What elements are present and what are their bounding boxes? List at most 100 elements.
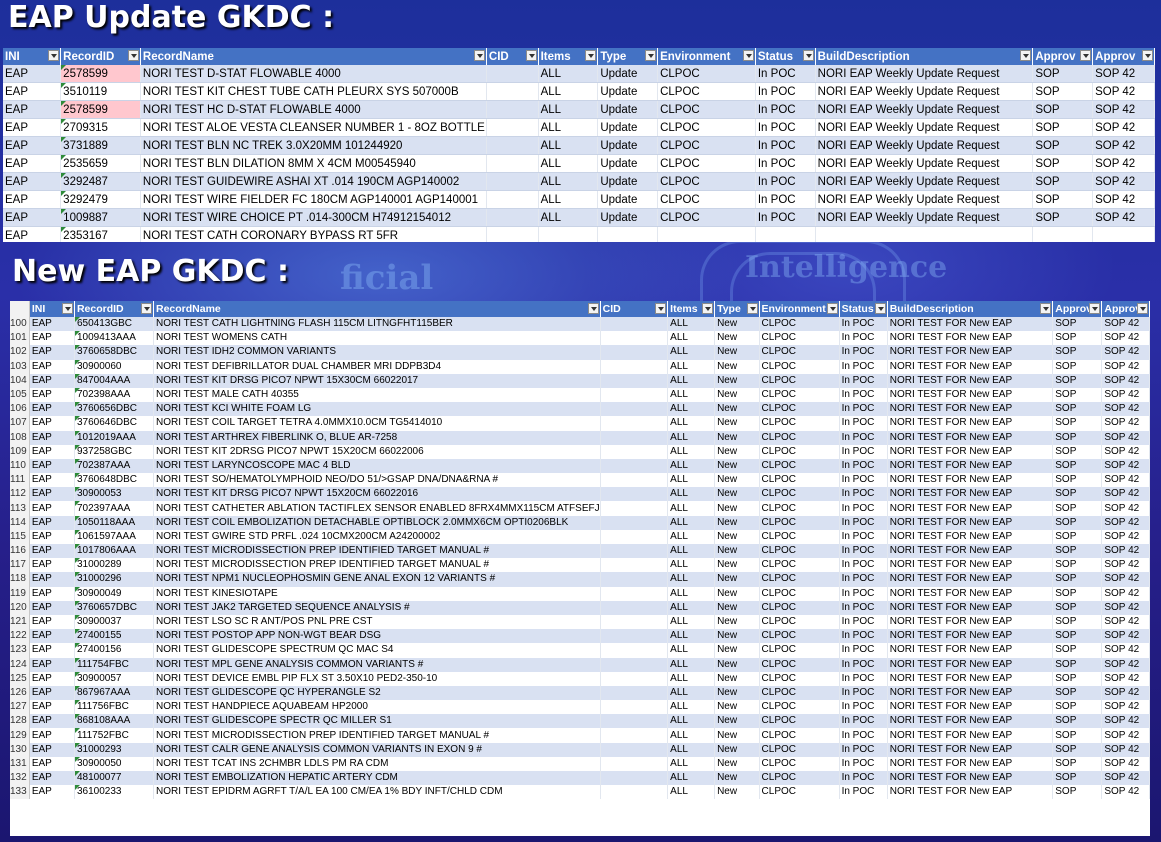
cell-builddescription[interactable]: NORI TEST FOR New EAP [887, 487, 1054, 502]
filter-dropdown-icon[interactable] [746, 303, 758, 314]
cell-ini[interactable]: EAP [29, 600, 75, 615]
cell-builddescription[interactable]: NORI TEST FOR New EAP [887, 643, 1054, 658]
cell-approv-2[interactable]: SOP 42 [1101, 756, 1150, 771]
cell-ini[interactable]: EAP [29, 700, 75, 715]
cell-environment[interactable]: CLPOC [657, 172, 756, 191]
cell-approv-2[interactable]: SOP 42 [1101, 359, 1150, 374]
cell-approv-2[interactable]: SOP 42 [1101, 671, 1150, 686]
cell-cid[interactable] [600, 785, 669, 800]
cell-builddescription[interactable]: NORI TEST FOR New EAP [887, 430, 1054, 445]
cell-recordname[interactable]: NORI TEST IDH2 COMMON VARIANTS [153, 345, 601, 360]
cell-approv[interactable]: SOP [1032, 65, 1094, 83]
cell-approv-2[interactable]: SOP 42 [1101, 629, 1150, 644]
cell-status[interactable]: In POC [839, 785, 888, 800]
cell-approv[interactable]: SOP [1052, 643, 1103, 658]
cell-recordname[interactable]: NORI TEST HANDPIECE AQUABEAM HP2000 [153, 700, 601, 715]
cell-type[interactable]: Update [597, 100, 659, 119]
cell-type[interactable]: New [714, 345, 760, 360]
cell-recordname[interactable]: NORI TEST KIT DRSG PICO7 NPWT 15X20CM 66… [153, 487, 601, 502]
cell-approv[interactable]: SOP [1032, 154, 1094, 173]
filter-dropdown-icon[interactable] [874, 303, 886, 314]
cell-recordname[interactable]: NORI TEST BLN NC TREK 3.0X20MM 101244920 [140, 136, 487, 155]
cell-status[interactable]: In POC [839, 416, 888, 431]
cell-ini[interactable]: EAP [29, 359, 75, 374]
filter-dropdown-icon[interactable] [802, 50, 814, 61]
cell-items[interactable]: ALL [667, 487, 716, 502]
cell-ini[interactable]: EAP [29, 373, 75, 388]
cell-ini[interactable]: EAP [29, 402, 75, 417]
cell-builddescription[interactable]: NORI EAP Weekly Update Request [815, 82, 1034, 101]
cell-builddescription[interactable]: NORI TEST FOR New EAP [887, 614, 1054, 630]
cell-recordid[interactable]: 2578599 [60, 100, 141, 119]
cell-environment[interactable]: CLPOC [759, 544, 840, 559]
filter-dropdown-icon[interactable] [587, 303, 599, 314]
cell-approv-2[interactable]: SOP 42 [1101, 714, 1150, 729]
filter-dropdown-icon[interactable] [127, 50, 139, 61]
cell-items[interactable]: ALL [667, 402, 716, 417]
cell-items[interactable]: ALL [667, 473, 716, 488]
cell-environment[interactable]: CLPOC [759, 359, 840, 374]
cell-approv[interactable]: SOP [1052, 473, 1103, 488]
cell-recordid[interactable]: 3760658DBC [74, 345, 154, 360]
cell-approv-2[interactable]: SOP 42 [1101, 700, 1150, 715]
cell-cid[interactable] [486, 65, 539, 83]
cell-cid[interactable] [600, 373, 669, 388]
column-header-type[interactable]: Type [714, 301, 760, 317]
cell-environment[interactable]: CLPOC [759, 416, 840, 431]
cell-recordname[interactable]: NORI TEST MPL GENE ANALYSIS COMMON VARIA… [153, 657, 601, 672]
cell-ini[interactable]: EAP [29, 685, 75, 701]
cell-approv-2[interactable]: SOP 42 [1101, 614, 1150, 630]
cell-cid[interactable] [600, 331, 669, 346]
cell-type[interactable]: New [714, 785, 760, 800]
cell-recordname[interactable]: NORI TEST CATHETER ABLATION TACTIFLEX SE… [153, 501, 601, 516]
cell-recordid[interactable]: 3292487 [60, 172, 141, 191]
cell-items[interactable]: ALL [667, 416, 716, 431]
cell-environment[interactable]: CLPOC [759, 714, 840, 729]
cell-ini[interactable]: EAP [29, 614, 75, 630]
cell-cid[interactable] [600, 558, 669, 573]
cell-ini[interactable]: EAP [29, 487, 75, 502]
cell-status[interactable]: In POC [839, 317, 888, 332]
cell-items[interactable]: ALL [667, 430, 716, 445]
cell-ini[interactable]: EAP [29, 671, 75, 686]
cell-environment[interactable]: CLPOC [759, 586, 840, 601]
cell-cid[interactable] [486, 136, 539, 155]
cell-recordid[interactable]: 702387AAA [74, 458, 154, 474]
cell-builddescription[interactable]: NORI TEST FOR New EAP [887, 600, 1054, 615]
cell-ini[interactable]: EAP [29, 629, 75, 644]
cell-status[interactable]: In POC [839, 331, 888, 346]
column-header-status[interactable]: Status [839, 301, 888, 317]
cell-recordid[interactable]: 3760648DBC [74, 473, 154, 488]
cell-environment[interactable]: CLPOC [657, 136, 756, 155]
cell-type[interactable]: New [714, 458, 760, 474]
cell-type[interactable]: New [714, 572, 760, 587]
cell-items[interactable]: ALL [667, 657, 716, 672]
filter-dropdown-icon[interactable] [1080, 50, 1092, 61]
cell-cid[interactable] [600, 430, 669, 445]
cell-builddescription[interactable]: NORI EAP Weekly Update Request [815, 172, 1034, 191]
cell-type[interactable]: New [714, 643, 760, 658]
cell-cid[interactable] [486, 118, 539, 137]
cell-cid[interactable] [600, 359, 669, 374]
cell-recordname[interactable]: NORI TEST GLIDESCOPE SPECTR QC MILLER S1 [153, 714, 601, 729]
cell-cid[interactable] [486, 190, 539, 209]
cell-status[interactable]: In POC [839, 345, 888, 360]
cell-builddescription[interactable]: NORI TEST FOR New EAP [887, 402, 1054, 417]
cell-items[interactable]: ALL [667, 742, 716, 757]
cell-environment[interactable]: CLPOC [759, 558, 840, 573]
cell-items[interactable]: ALL [667, 359, 716, 374]
cell-approv[interactable]: SOP [1032, 190, 1094, 209]
cell-ini[interactable]: EAP [29, 529, 75, 544]
cell-status[interactable]: In POC [839, 643, 888, 658]
cell-cid[interactable] [600, 317, 669, 332]
column-header-items[interactable]: Items [667, 301, 716, 317]
cell-items[interactable]: ALL [667, 529, 716, 544]
cell-recordname[interactable]: NORI TEST BLN DILATION 8MM X 4CM M005459… [140, 154, 487, 173]
cell-status[interactable]: In POC [755, 65, 816, 83]
cell-status[interactable]: In POC [755, 118, 816, 137]
cell-recordname[interactable]: NORI TEST JAK2 TARGETED SEQUENCE ANALYSI… [153, 600, 601, 615]
cell-environment[interactable]: CLPOC [759, 728, 840, 743]
cell-approv[interactable] [1032, 226, 1094, 242]
cell-type[interactable]: New [714, 728, 760, 743]
cell-ini[interactable]: EAP [3, 65, 62, 83]
